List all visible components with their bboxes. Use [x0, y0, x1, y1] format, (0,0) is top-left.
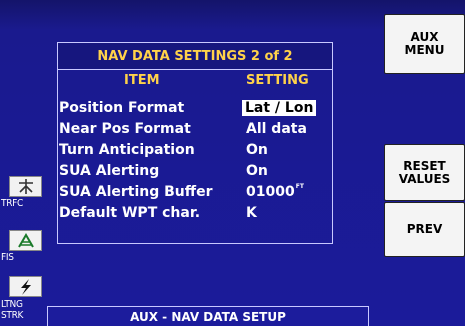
setting-label: SUA Alerting [59, 163, 160, 179]
setting-value[interactable]: K [246, 205, 257, 221]
setting-label: SUA Alerting Buffer [59, 184, 213, 200]
item-column-header: ITEM [124, 73, 160, 88]
setting-row[interactable]: Near Pos Format All data [58, 120, 332, 140]
setting-value-selected[interactable]: Lat / Lon [242, 100, 317, 116]
fis-toggle-button[interactable] [9, 230, 42, 251]
setting-value[interactable]: On [246, 163, 268, 179]
weather-data-icon [17, 232, 34, 248]
setting-row[interactable]: Position Format Lat / Lon [58, 99, 332, 119]
unit-feet-label: FT [295, 183, 304, 190]
lightning-icon [20, 278, 31, 295]
setting-row[interactable]: Turn Anticipation On [58, 141, 332, 161]
setting-value[interactable]: 01000FT [246, 183, 304, 201]
lightning-label-line2: STRK [1, 310, 24, 321]
mfd-screen: AUX MENU RESET VALUES PREV TRFC FIS LTNG… [0, 0, 465, 326]
reset-values-label-line2: VALUES [398, 171, 451, 186]
setting-label: Position Format [59, 100, 185, 116]
lightning-label-line1: LTNG [1, 299, 23, 310]
setting-column-header: SETTING [246, 73, 309, 88]
page-status-bar: AUX - NAV DATA SETUP [47, 306, 369, 326]
prev-button[interactable]: PREV [384, 202, 465, 257]
setting-value[interactable]: All data [246, 121, 307, 137]
traffic-toggle-button[interactable] [9, 176, 42, 197]
reset-values-button[interactable]: RESET VALUES [384, 144, 465, 201]
setting-label: Turn Anticipation [59, 142, 195, 158]
setting-row[interactable]: SUA Alerting On [58, 162, 332, 182]
lightning-label: LTNG STRK [1, 299, 23, 321]
prev-label: PREV [406, 222, 443, 236]
setting-label: Near Pos Format [59, 121, 191, 137]
setting-value[interactable]: On [246, 142, 268, 158]
setting-row[interactable]: Default WPT char. K [58, 204, 332, 224]
reset-values-label-line1: RESET [403, 158, 446, 173]
lightning-toggle-button[interactable] [9, 276, 42, 297]
setting-label: Default WPT char. [59, 205, 201, 221]
traffic-icon [18, 179, 33, 194]
traffic-label: TRFC [1, 198, 24, 209]
setting-row[interactable]: SUA Alerting Buffer 01000FT [58, 183, 332, 203]
aux-menu-label-line2: MENU [404, 43, 445, 57]
aux-menu-button[interactable]: AUX MENU [384, 14, 465, 74]
fis-label: FIS [1, 252, 14, 263]
column-headers: ITEM SETTING [58, 70, 332, 92]
buffer-value: 01000 [246, 184, 295, 200]
nav-data-settings-panel: NAV DATA SETTINGS 2 of 2 ITEM SETTING Po… [57, 42, 333, 244]
panel-title: NAV DATA SETTINGS 2 of 2 [58, 43, 332, 70]
